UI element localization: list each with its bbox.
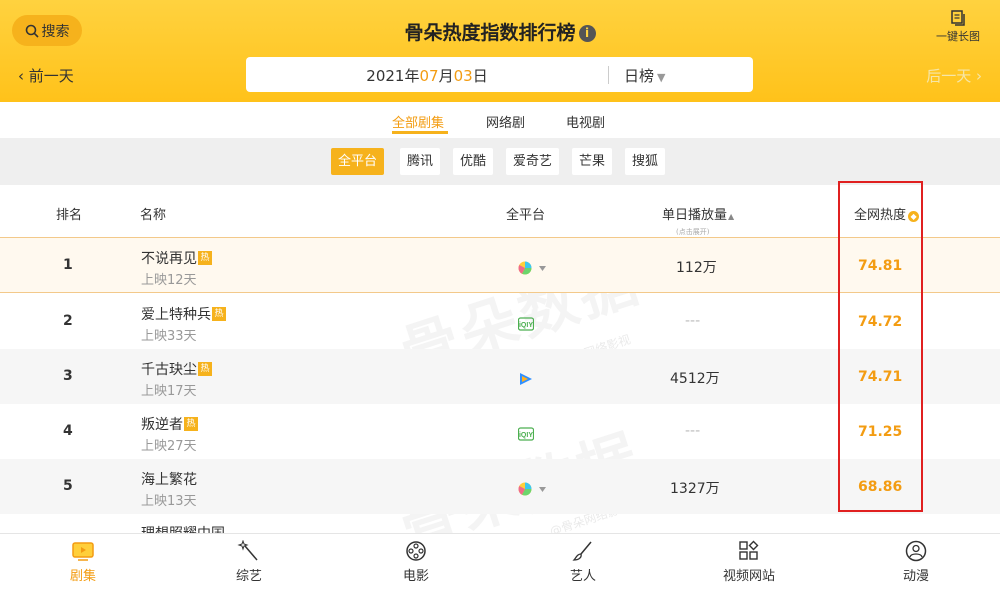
- bottom-nav: 剧集 综艺 电影 艺人 视频网站 动漫: [0, 533, 1000, 596]
- user-circle-icon: [905, 540, 927, 562]
- hot-badge: 热: [212, 307, 226, 321]
- platform-tencent[interactable]: 腾讯: [400, 148, 441, 175]
- iqiyi-icon[interactable]: iQIY: [517, 426, 535, 445]
- brush-icon: [572, 541, 592, 561]
- release-days: 上映27天: [141, 439, 197, 454]
- header-platform: 全平台: [506, 208, 546, 223]
- active-tab-indicator: [392, 131, 448, 134]
- svg-text:iQIY: iQIY: [519, 432, 533, 439]
- platform-sohu[interactable]: 搜狐: [625, 148, 666, 175]
- chevron-left-icon: ‹: [18, 67, 24, 85]
- category-tabs: 全部剧集 网络剧 电视剧: [0, 102, 1000, 138]
- platform-iqiyi[interactable]: 爱奇艺: [506, 148, 560, 175]
- nav-artist[interactable]: 艺人: [533, 540, 633, 584]
- tab-web-series[interactable]: 网络剧: [486, 112, 525, 131]
- nav-video-sites[interactable]: 视频网站: [699, 540, 799, 584]
- show-name[interactable]: 叛逆者热: [141, 414, 198, 434]
- tab-all-series[interactable]: 全部剧集: [392, 112, 444, 131]
- rank-number: 3: [63, 368, 73, 384]
- info-icon[interactable]: i: [578, 25, 596, 42]
- header-plays-hint: (点击展开): [676, 228, 710, 236]
- all-platform-icon[interactable]: [518, 481, 548, 501]
- release-days: 上映12天: [141, 273, 197, 288]
- partial-row-name[interactable]: 理想照耀中国: [141, 523, 225, 533]
- next-day-button[interactable]: 后一天 ›: [926, 65, 982, 86]
- prev-day-button[interactable]: ‹ 前一天: [18, 65, 74, 86]
- all-platform-icon[interactable]: [518, 260, 548, 280]
- release-days: 上映17天: [141, 384, 197, 399]
- longpic-label: 一键长图: [936, 30, 980, 43]
- app-root: 搜索 骨朵热度指数排行榜 i 一键长图 ‹ 前一天 2021年07月03日 日榜 ▼: [0, 0, 1000, 596]
- daily-plays: ---: [685, 423, 701, 439]
- release-days: 上映33天: [141, 329, 197, 344]
- daily-plays: 4512万: [670, 371, 720, 387]
- svg-text:iQIY: iQIY: [519, 322, 533, 329]
- document-icon: [951, 10, 965, 26]
- nav-anime[interactable]: 动漫: [866, 540, 966, 584]
- rank-number: 4: [63, 423, 73, 439]
- date-selector[interactable]: 2021年07月03日 日榜 ▼: [246, 57, 753, 92]
- header-name: 名称: [140, 208, 167, 223]
- daily-plays: ---: [685, 313, 701, 329]
- grid-icon: [739, 540, 759, 560]
- hot-badge: 热: [198, 251, 212, 265]
- heat-column-highlight: [838, 181, 923, 512]
- rank-type-dropdown[interactable]: 日榜 ▼: [624, 65, 665, 86]
- daily-plays: 112万: [676, 260, 717, 276]
- longpic-button[interactable]: 一键长图: [936, 10, 980, 44]
- platform-youku[interactable]: 优酷: [453, 148, 494, 175]
- tv-icon: [72, 542, 94, 561]
- nav-series[interactable]: 剧集: [33, 540, 133, 584]
- show-name[interactable]: 爱上特种兵热: [141, 304, 226, 324]
- chevron-right-icon: ›: [976, 67, 982, 85]
- hot-badge: 热: [184, 417, 198, 431]
- daily-plays: 1327万: [670, 481, 720, 497]
- nav-variety[interactable]: 综艺: [199, 540, 299, 584]
- caret-down-icon: ▼: [657, 71, 666, 84]
- release-days: 上映13天: [141, 494, 197, 509]
- hot-badge: 热: [198, 362, 212, 376]
- rank-number: 2: [63, 313, 73, 329]
- film-reel-icon: [406, 541, 426, 561]
- header: 搜索 骨朵热度指数排行榜 i 一键长图 ‹ 前一天 2021年07月03日 日榜 ▼: [0, 0, 1000, 102]
- header-plays[interactable]: 单日播放量▲: [662, 204, 734, 223]
- header-rank: 排名: [56, 208, 83, 223]
- platform-all[interactable]: 全平台: [331, 148, 385, 175]
- nav-movie[interactable]: 电影: [366, 540, 466, 584]
- rank-number: 1: [63, 257, 73, 273]
- page-title: 骨朵热度指数排行榜 i: [0, 18, 1000, 45]
- show-name[interactable]: 海上繁花: [141, 469, 197, 489]
- tab-tv-series[interactable]: 电视剧: [566, 112, 605, 131]
- show-name[interactable]: 不说再见热: [141, 248, 212, 268]
- sort-up-icon: ▲: [728, 212, 735, 221]
- rank-number: 5: [63, 478, 73, 494]
- platform-filter: 全平台 腾讯 优酷 爱奇艺 芒果 搜狐: [0, 138, 1000, 185]
- date-display[interactable]: 2021年07月03日: [246, 65, 608, 86]
- platform-mango[interactable]: 芒果: [572, 148, 613, 175]
- iqiyi-icon[interactable]: iQIY: [517, 316, 535, 335]
- divider: [608, 66, 609, 84]
- tencent-video-icon[interactable]: [518, 371, 534, 391]
- magic-wand-icon: [237, 540, 258, 561]
- show-name[interactable]: 千古玦尘热: [141, 359, 212, 379]
